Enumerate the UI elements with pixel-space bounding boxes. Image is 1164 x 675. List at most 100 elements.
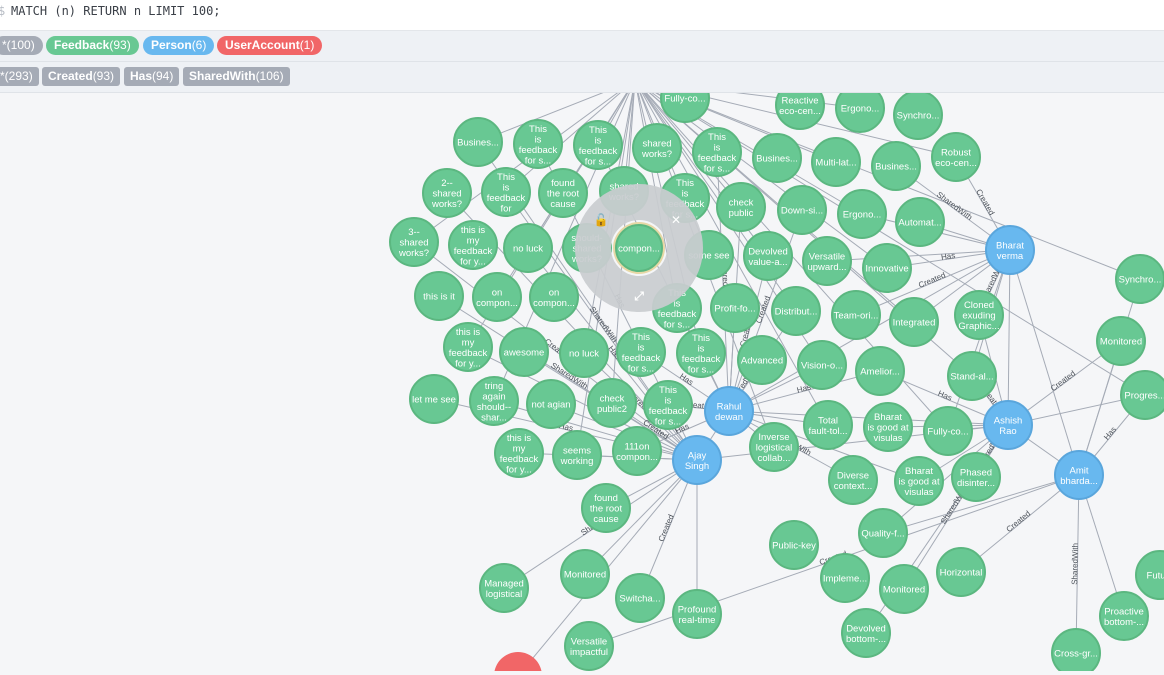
feedback-node[interactable]: Amelior...: [855, 346, 905, 396]
feedback-node[interactable]: Busines...: [752, 133, 802, 183]
feedback-node[interactable]: Devolvedvalue-a...: [743, 231, 793, 281]
query-text[interactable]: MATCH (n) RETURN n LIMIT 100;: [11, 4, 221, 18]
feedback-node[interactable]: Monitored: [879, 564, 929, 614]
feedback-node[interactable]: Thisisfeedbackfor s...: [692, 127, 742, 177]
feedback-node[interactable]: not agian: [526, 379, 576, 429]
rel-tag-sharedwith[interactable]: SharedWith(106): [183, 67, 290, 86]
feedback-node[interactable]: Versatileimpactful: [564, 621, 614, 671]
feedback-node[interactable]: Innovative: [862, 243, 912, 293]
feedback-node[interactable]: Profoundreal-time: [672, 589, 722, 639]
feedback-node[interactable]: Thisisfeedbackfor: [481, 167, 531, 217]
feedback-node[interactable]: Monitored: [560, 549, 610, 599]
node-caption: logistical: [756, 443, 792, 454]
node-context-menu[interactable]: compon... 🔓 ✕ ⤢: [575, 184, 703, 312]
feedback-node[interactable]: Cross-gr...: [1051, 628, 1101, 675]
feedback-node[interactable]: this ismyfeedbackfor y...: [494, 428, 544, 478]
feedback-node[interactable]: Ergono...: [837, 189, 887, 239]
person-node[interactable]: Amitbharda...: [1054, 450, 1104, 500]
feedback-node[interactable]: this ismyfeedbackfor y...: [443, 322, 493, 372]
feedback-node[interactable]: Multi-lat...: [811, 137, 861, 187]
feedback-node[interactable]: Futu...: [1135, 550, 1164, 600]
feedback-node[interactable]: this is it: [414, 271, 464, 321]
query-bar[interactable]: $ MATCH (n) RETURN n LIMIT 100;: [0, 0, 1164, 31]
feedback-node[interactable]: Bharatis good atvisulas: [894, 456, 944, 506]
feedback-node[interactable]: checkpublic: [716, 182, 766, 232]
feedback-node[interactable]: Advanced: [737, 335, 787, 385]
feedback-node[interactable]: Inverselogisticalcollab...: [749, 422, 799, 472]
node-caption: cause: [593, 514, 618, 525]
feedback-node[interactable]: this ismyfeedbackfor y...: [448, 220, 498, 270]
feedback-node[interactable]: Thisisfeedbackfor s...: [573, 120, 623, 170]
rel-tag-all[interactable]: *(293): [0, 67, 39, 86]
feedback-node[interactable]: Progres...: [1120, 370, 1164, 420]
useraccount-node[interactable]: [494, 652, 542, 675]
label-pill-feedback[interactable]: Feedback(93): [46, 36, 139, 55]
feedback-node[interactable]: Vision-o...: [797, 340, 847, 390]
feedback-node[interactable]: Devolvedbottom-...: [841, 608, 891, 658]
person-node[interactable]: Rahuldewan: [704, 386, 754, 436]
feedback-node[interactable]: Public-key: [769, 520, 819, 570]
feedback-node[interactable]: 2--sharedworks?: [422, 168, 472, 218]
feedback-node[interactable]: Integrated: [889, 297, 939, 347]
feedback-node[interactable]: Proactivebottom-...: [1099, 591, 1149, 641]
label-pill-useraccount[interactable]: UserAccount(1): [217, 36, 323, 55]
feedback-node[interactable]: Robusteco-cen...: [931, 132, 981, 182]
feedback-node[interactable]: Thisisfeedbackfor s...: [643, 380, 693, 430]
person-node[interactable]: AshishRao: [983, 400, 1033, 450]
feedback-node[interactable]: 3--sharedworks?: [389, 217, 439, 267]
feedback-node[interactable]: Bharatis good atvisulas: [863, 402, 913, 452]
label-pill-all[interactable]: *(100): [0, 36, 43, 55]
feedback-node[interactable]: Thisisfeedbackfor s...: [676, 328, 726, 378]
feedback-node[interactable]: Automat...: [895, 197, 945, 247]
rel-tag-created[interactable]: Created(93): [42, 67, 121, 86]
feedback-node[interactable]: no luck: [559, 328, 609, 378]
feedback-node[interactable]: foundthe rootcause: [581, 483, 631, 533]
feedback-node[interactable]: Quality-f...: [858, 508, 908, 558]
feedback-node[interactable]: foundthe rootcause: [538, 168, 588, 218]
feedback-node[interactable]: Horizontal: [936, 547, 986, 597]
feedback-node[interactable]: Distribut...: [771, 286, 821, 336]
feedback-node[interactable]: seemsworking: [552, 430, 602, 480]
feedback-node[interactable]: Diversecontext...: [828, 455, 878, 505]
feedback-node[interactable]: Team-ori...: [831, 290, 881, 340]
feedback-node[interactable]: oncompon...: [529, 272, 579, 322]
feedback-node[interactable]: let me see: [409, 374, 459, 424]
feedback-node[interactable]: Thisisfeedbackfor s...: [616, 327, 666, 377]
expand-icon[interactable]: ⤢: [633, 289, 644, 303]
feedback-node[interactable]: Switcha...: [615, 573, 665, 623]
rel-name: Created: [48, 69, 93, 83]
feedback-node[interactable]: tringagainshould--shar...: [469, 376, 519, 426]
feedback-node[interactable]: oncompon...: [472, 272, 522, 322]
person-node[interactable]: AjaySingh: [672, 435, 722, 485]
feedback-node[interactable]: Monitored: [1096, 316, 1146, 366]
graph-canvas[interactable]: CreatedHasSharedWithCreatedHasSharedWith…: [0, 73, 1164, 675]
feedback-node[interactable]: Synchro...: [1115, 254, 1164, 304]
feedback-node[interactable]: awesome: [499, 327, 549, 377]
feedback-node[interactable]: Managedlogistical: [479, 563, 529, 613]
feedback-node[interactable]: Totalfault-tol...: [803, 400, 853, 450]
graph-svg[interactable]: CreatedHasSharedWithCreatedHasSharedWith…: [0, 73, 1164, 675]
unlock-icon[interactable]: 🔓: [594, 213, 609, 227]
feedback-node[interactable]: Phaseddisinter...: [951, 452, 1001, 502]
feedback-node[interactable]: Synchro...: [893, 90, 943, 140]
label-pill-person[interactable]: Person(6): [143, 36, 215, 55]
feedback-node[interactable]: 111oncompon...: [612, 426, 662, 476]
feedback-node[interactable]: no luck: [503, 223, 553, 273]
feedback-node[interactable]: Ergono...: [835, 83, 885, 133]
feedback-node[interactable]: Fully-co...: [923, 406, 973, 456]
feedback-node[interactable]: sharedworks?: [632, 123, 682, 173]
feedback-node[interactable]: Versatileupward...: [802, 236, 852, 286]
feedback-node[interactable]: Impleme...: [820, 553, 870, 603]
feedback-node[interactable]: Profit-fo...: [710, 283, 760, 333]
feedback-node[interactable]: checkpublic2: [587, 378, 637, 428]
feedback-node[interactable]: Down-si...: [777, 185, 827, 235]
feedback-node[interactable]: Stand-al...: [947, 351, 997, 401]
close-icon[interactable]: ✕: [671, 213, 681, 227]
person-node[interactable]: Bharatverma: [985, 225, 1035, 275]
feedback-node[interactable]: ClonedexudingGraphic...: [954, 290, 1004, 340]
feedback-node[interactable]: Busines...: [871, 141, 921, 191]
feedback-node[interactable]: Thisisfeedbackfor s...: [513, 119, 563, 169]
feedback-node[interactable]: Busines...: [453, 117, 503, 167]
rel-tag-has[interactable]: Has(94): [124, 67, 180, 86]
selected-feedback-node[interactable]: compon...: [615, 224, 663, 272]
